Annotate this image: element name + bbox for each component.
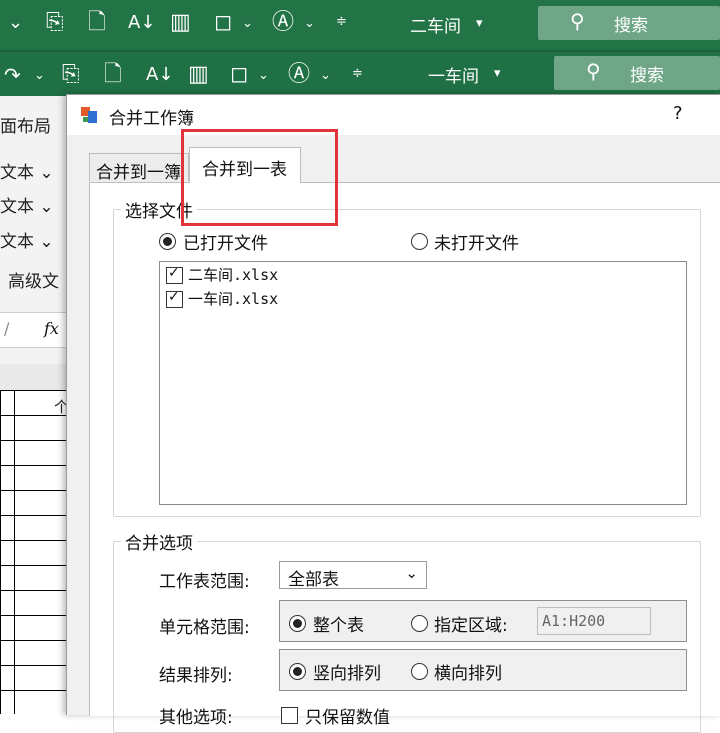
text-menu-2[interactable]: 文本 ⌄ bbox=[0, 192, 54, 217]
textbox-icon[interactable]: Ⓐ bbox=[288, 64, 310, 86]
textbox-icon[interactable]: Ⓐ bbox=[272, 12, 294, 34]
shapes-icon[interactable]: ◻ bbox=[214, 12, 232, 34]
dialog-titlebar: 合并工作簿 ? bbox=[67, 95, 720, 135]
values-only-label[interactable]: 只保留数值 bbox=[305, 703, 390, 728]
merge-workbook-dialog: 合并工作簿 ? 合并到一簿 合并到一表 选择文件 已打开文件 未打开文件 二车间… bbox=[66, 94, 720, 733]
horizontal-order-label[interactable]: 横向排列 bbox=[434, 659, 502, 684]
customize-icon[interactable]: ≑ bbox=[336, 14, 347, 29]
whole-sheet-label[interactable]: 整个表 bbox=[313, 611, 364, 636]
chevron-down-icon[interactable]: ⌄ bbox=[242, 16, 253, 31]
vertical-order-label[interactable]: 竖向排列 bbox=[313, 659, 381, 684]
search-icon: ⚲ bbox=[586, 59, 601, 83]
unopened-files-radio[interactable] bbox=[411, 233, 428, 250]
unopened-files-label[interactable]: 未打开文件 bbox=[434, 229, 519, 254]
search-icon: ⚲ bbox=[570, 9, 585, 33]
chevron-down-icon[interactable]: ⌄ bbox=[304, 16, 315, 31]
ribbon-tab-page-layout[interactable]: 面布局 bbox=[0, 112, 51, 137]
whole-sheet-radio[interactable] bbox=[289, 615, 306, 632]
specified-range-label[interactable]: 指定区域: bbox=[434, 611, 508, 636]
tab-label: 合并到一簿 bbox=[96, 163, 181, 181]
dialog-title: 合并工作簿 bbox=[109, 109, 194, 129]
window-title-back: 二车间 bbox=[410, 17, 461, 37]
file-name[interactable]: 一车间.xlsx bbox=[188, 288, 278, 309]
result-order-label: 结果排列: bbox=[159, 666, 233, 686]
shapes-icon[interactable]: ◻ bbox=[230, 64, 248, 86]
search-label: 搜索 bbox=[614, 16, 648, 36]
tab-merge-to-workbook[interactable]: 合并到一簿 bbox=[89, 153, 189, 181]
ribbon-front: ↷ ⌄ ⎘ 🗋 A↓ ▥ ◻ ⌄ Ⓐ ⌄ ≑ 一车间 ▾ ⚲ 搜索 bbox=[0, 52, 720, 96]
chart-icon[interactable]: ▥ bbox=[170, 12, 191, 34]
opened-files-radio[interactable] bbox=[159, 233, 176, 250]
sheet-range-select[interactable]: 全部表 ⌄ bbox=[279, 561, 427, 590]
horizontal-order-radio[interactable] bbox=[411, 663, 428, 680]
chevron-down-icon[interactable]: ⌄ bbox=[258, 68, 269, 83]
opened-files-label[interactable]: 已打开文件 bbox=[183, 229, 268, 254]
formula-bar-divider: / bbox=[4, 319, 10, 338]
search-box-back[interactable]: ⚲ 搜索 bbox=[538, 6, 720, 40]
app-icon bbox=[81, 107, 97, 123]
new-file-icon[interactable]: 🗋 bbox=[88, 12, 106, 34]
chart-icon[interactable]: ▥ bbox=[188, 64, 209, 86]
ribbon-back: ⌄ ⎘ 🗋 A↓ ▥ ◻ ⌄ Ⓐ ⌄ ≑ 二车间 ▾ ⚲ 搜索 bbox=[0, 0, 720, 50]
chevron-down-icon[interactable]: ▾ bbox=[476, 16, 483, 31]
text-menu-1[interactable]: 文本 ⌄ bbox=[0, 158, 54, 183]
sheet-range-label: 工作表范围: bbox=[159, 572, 250, 592]
specified-range-value: A1:H200 bbox=[542, 612, 606, 630]
chevron-down-icon[interactable]: ⌄ bbox=[34, 68, 45, 83]
undo-icon[interactable]: ⌄ bbox=[8, 12, 23, 34]
chevron-down-icon[interactable]: ⌄ bbox=[320, 68, 331, 83]
customize-icon[interactable]: ≑ bbox=[352, 66, 363, 81]
help-button[interactable]: ? bbox=[673, 103, 683, 124]
formula-bar: / fx bbox=[0, 312, 72, 348]
vertical-order-radio[interactable] bbox=[289, 663, 306, 680]
new-file-icon[interactable]: 🗋 bbox=[104, 64, 122, 86]
redo-icon[interactable]: ↷ bbox=[4, 64, 21, 86]
search-label: 搜索 bbox=[630, 66, 664, 86]
specified-range-input[interactable]: A1:H200 bbox=[537, 607, 651, 635]
text-menu-3[interactable]: 文本 ⌄ bbox=[0, 227, 54, 252]
chevron-down-icon[interactable]: ▾ bbox=[494, 66, 501, 81]
paste-icon[interactable]: ⎘ bbox=[62, 64, 80, 86]
cell-range-label: 单元格范围: bbox=[159, 618, 250, 638]
file-checkbox[interactable] bbox=[166, 265, 183, 284]
search-box-front[interactable]: ⚲ 搜索 bbox=[554, 56, 720, 90]
worksheet-grid[interactable] bbox=[0, 390, 69, 714]
sheet-range-value: 全部表 bbox=[288, 570, 339, 590]
file-checkbox[interactable] bbox=[166, 289, 183, 308]
other-options-label: 其他选项: bbox=[159, 708, 233, 728]
highlight-box bbox=[181, 129, 338, 226]
specified-range-radio[interactable] bbox=[411, 615, 428, 632]
paste-icon[interactable]: ⎘ bbox=[46, 12, 64, 34]
merge-options-title: 合并选项 bbox=[121, 529, 197, 554]
sort-icon[interactable]: A↓ bbox=[146, 64, 173, 86]
fx-icon[interactable]: fx bbox=[44, 319, 59, 338]
sort-icon[interactable]: A↓ bbox=[128, 12, 155, 34]
file-name[interactable]: 二车间.xlsx bbox=[188, 264, 278, 285]
values-only-checkbox[interactable] bbox=[281, 707, 298, 724]
advanced-text-group: 高级文 bbox=[8, 272, 59, 292]
column-header bbox=[0, 364, 68, 391]
window-title-front: 一车间 bbox=[428, 67, 479, 87]
file-list[interactable]: 二车间.xlsx 一车间.xlsx bbox=[159, 261, 687, 505]
chevron-down-icon: ⌄ bbox=[405, 564, 418, 582]
